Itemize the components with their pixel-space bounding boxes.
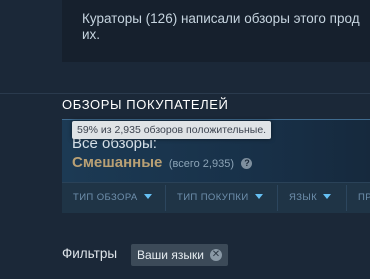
- filter-tab-label: ТИП ОБЗОРА: [73, 192, 138, 203]
- dropdown-arrow-icon: [323, 194, 332, 199]
- curators-box: Кураторы (126) написали обзоры этого про…: [62, 0, 370, 62]
- section-divider: [0, 93, 370, 94]
- active-filter-chip[interactable]: Ваши языки ✕: [131, 244, 228, 266]
- review-rating[interactable]: Смешанные: [72, 154, 162, 171]
- review-filter-bar: ТИП ОБЗОРА ТИП ПОКУПКИ ЯЗЫК ПР: [62, 182, 370, 213]
- filters-label: Фильтры: [62, 246, 118, 261]
- filter-tab-review-type[interactable]: ТИП ОБЗОРА: [73, 183, 152, 213]
- filter-separator: [277, 185, 278, 211]
- filter-tab-label: ЯЗЫК: [289, 192, 318, 203]
- filter-tab-more[interactable]: ПР: [358, 183, 370, 213]
- filter-tab-label: ПР: [358, 192, 370, 203]
- dropdown-arrow-icon: [254, 194, 263, 199]
- active-filter-chip-label: Ваши языки: [137, 248, 204, 262]
- close-icon[interactable]: ✕: [209, 249, 222, 261]
- curators-line-2: их.: [82, 27, 101, 42]
- filter-tab-language[interactable]: ЯЗЫК: [289, 183, 332, 213]
- filter-separator: [346, 185, 347, 211]
- curators-text: Кураторы (126) написали обзоры этого про…: [82, 11, 370, 43]
- help-icon[interactable]: ?: [241, 158, 253, 169]
- dropdown-arrow-icon: [143, 194, 152, 199]
- rating-line: Смешанные (всего 2,935) ?: [72, 154, 253, 172]
- curators-line-1: Кураторы (126) написали обзоры этого про…: [82, 11, 360, 26]
- filter-tab-purchase-type[interactable]: ТИП ПОКУПКИ: [177, 183, 263, 213]
- filter-separator: [165, 185, 166, 211]
- section-title: ОБЗОРЫ ПОКУПАТЕЛЕЙ: [62, 97, 229, 112]
- filter-tab-label: ТИП ПОКУПКИ: [177, 192, 249, 203]
- review-score-tooltip: 59% из 2,935 обзоров положительные.: [72, 121, 272, 139]
- review-total-count: (всего 2,935): [168, 158, 234, 170]
